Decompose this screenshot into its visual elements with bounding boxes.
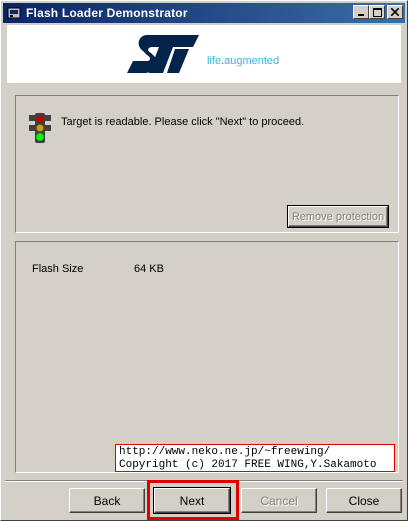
close-button[interactable]: Close: [326, 488, 402, 513]
flash-size-value: 64 KB: [134, 263, 164, 275]
info-panel: Flash Size 64 KB: [15, 241, 399, 473]
close-icon: [391, 8, 399, 16]
cancel-button[interactable]: Cancel: [241, 488, 317, 513]
header-banner: life.augmented: [7, 25, 401, 83]
main-window: Flash Loader Demonstrator life.augmented: [0, 0, 408, 521]
tagline-main: life: [207, 55, 222, 67]
watermark-url: http://www.neko.ne.jp/~freewing/: [119, 446, 331, 458]
flash-size-label: Flash Size: [32, 263, 84, 275]
next-highlight-box: [147, 480, 239, 520]
title-bar[interactable]: Flash Loader Demonstrator: [3, 3, 405, 23]
traffic-light-icon: [29, 113, 51, 143]
maximize-button[interactable]: [369, 5, 385, 19]
window-controls: [353, 5, 403, 19]
minimize-icon: [358, 14, 364, 16]
window-title: Flash Loader Demonstrator: [26, 6, 188, 20]
close-window-button[interactable]: [387, 5, 403, 19]
watermark-box: http://www.neko.ne.jp/~freewing/ Copyrig…: [115, 444, 395, 472]
st-logo: [127, 35, 199, 73]
watermark-copyright: Copyright (c) 2017 FREE WING,Y.Sakamoto: [119, 459, 377, 471]
back-button[interactable]: Back: [69, 488, 145, 513]
remove-protection-button[interactable]: Remove protection: [287, 205, 389, 228]
maximize-icon: [372, 7, 382, 17]
tagline-rest: augmented: [224, 55, 280, 67]
app-icon: [7, 7, 21, 19]
tagline: life.augmented: [207, 55, 279, 67]
status-message: Target is readable. Please click "Next" …: [61, 116, 305, 128]
minimize-button[interactable]: [353, 5, 369, 19]
status-panel: Target is readable. Please click "Next" …: [15, 95, 399, 233]
